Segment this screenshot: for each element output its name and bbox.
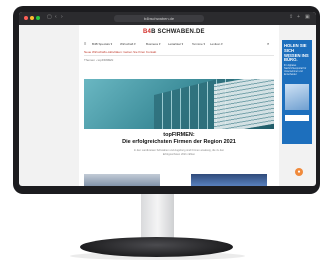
maximize-window-icon[interactable]	[36, 16, 40, 20]
nav-item[interactable]: Business ▾	[146, 42, 161, 46]
alert-banner[interactable]: Neue Wirtschafts-Aktivitäten: Geben Sie …	[84, 50, 156, 54]
nav-item[interactable]: Lexikon ▾	[210, 42, 223, 46]
breadcrumb[interactable]: Themen › topFIRMEN	[84, 58, 113, 62]
ad-subline: Ihr digitales Nachrichtenportal für Unte…	[284, 64, 307, 76]
site-logo[interactable]: B4B SCHWABEN.DE	[143, 29, 205, 35]
minimize-window-icon[interactable]	[30, 16, 34, 20]
nav-item[interactable]: B4B Specials ▾	[92, 42, 112, 46]
monitor-screen: ▢ ‹ › b4bschwaben.de ⇪ + ▣ B4B SCHWABEN.…	[19, 12, 316, 186]
share-icon[interactable]: ⇪	[289, 15, 294, 20]
divider	[84, 55, 274, 56]
article-thumbnail[interactable]	[191, 174, 267, 186]
ad-device-image	[285, 84, 309, 110]
close-window-icon[interactable]	[24, 16, 28, 20]
nav-item[interactable]: Leitartikel ▾	[168, 42, 183, 46]
nav-item[interactable]: Wirtschaft ▾	[120, 42, 136, 46]
browser-toolbar: ▢ ‹ › b4bschwaben.de ⇪ + ▣	[19, 12, 316, 25]
ad-cta-button[interactable]	[285, 115, 309, 121]
article-title-line2: Die erfolgreichsten Firmen der Region 20…	[122, 138, 236, 145]
monitor-stand-neck	[141, 194, 174, 242]
teaser-line2: Erfolgreichsten 2021 zählen	[162, 152, 196, 156]
main-nav: ≡ B4B Specials ▾ Wirtschaft ▾ Business ▾…	[84, 41, 274, 47]
hero-image[interactable]	[84, 79, 274, 129]
web-page: B4B SCHWABEN.DE ≡ B4B Specials ▾ Wirtsch…	[79, 25, 279, 186]
sidebar-icon[interactable]: ▢	[47, 15, 52, 20]
nav-item[interactable]: Termine ▾	[192, 42, 205, 46]
article-teaser: In den Landkreisen Schwaben und Augsburg…	[104, 149, 254, 156]
article-thumbnail[interactable]	[84, 174, 160, 186]
ad-headline: HOLEN SIE SICH WISSEN INS BÜRO.	[284, 43, 309, 63]
address-bar[interactable]: b4bschwaben.de	[114, 15, 204, 22]
article-title[interactable]: topFIRMEN: Die erfolgreichsten Firmen de…	[84, 132, 274, 145]
forward-icon[interactable]: ›	[61, 15, 66, 20]
ad-banner[interactable]: HOLEN SIE SICH WISSEN INS BÜRO. Ihr digi…	[282, 40, 312, 144]
chat-icon[interactable]: ●	[295, 168, 303, 176]
back-icon[interactable]: ‹	[55, 15, 60, 20]
building-facade	[214, 79, 274, 129]
tabs-overview-icon[interactable]: ▣	[305, 15, 310, 20]
menu-icon[interactable]: ≡	[84, 41, 86, 46]
new-tab-icon[interactable]: +	[297, 15, 302, 20]
search-icon[interactable]: ⌕	[267, 41, 269, 46]
monitor-stand-base	[80, 237, 233, 257]
